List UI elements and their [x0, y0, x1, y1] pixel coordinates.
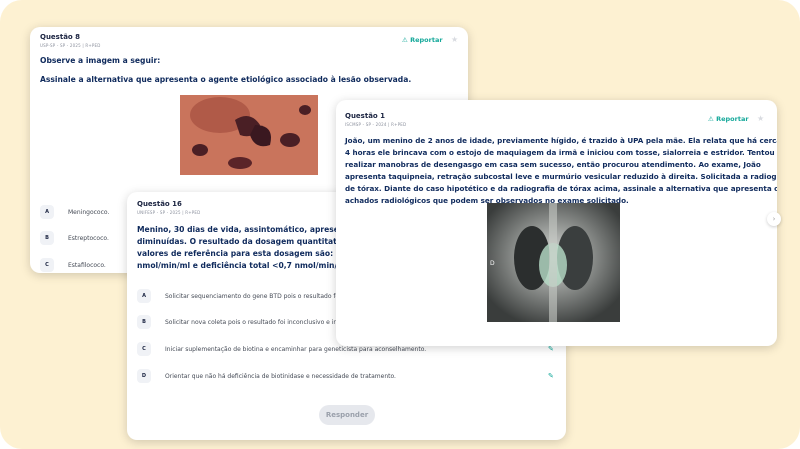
option-a[interactable]: A Solicitar sequenciamento do gene BTD po… [137, 289, 359, 303]
pencil-icon[interactable]: ✎ [548, 345, 554, 353]
question-stem-line: realizar manobras de desengasgo em casa … [345, 160, 761, 169]
question-stem-line: Assinale a alternativa que apresenta o a… [40, 75, 412, 84]
question-stem-line: Menino, 30 dias de vida, assintomático, … [137, 225, 367, 234]
option-text: Estafilococo. [68, 261, 106, 269]
option-a[interactable]: A Meningococo. [40, 205, 109, 219]
question-stem-line: 4 horas ele brincava com o estojo de maq… [345, 148, 775, 157]
question-card-1: Questão 1 ISCMSP - SP - 2024 | R+PED ⚠ R… [336, 100, 777, 346]
option-letter: B [40, 231, 54, 245]
option-text: Solicitar sequenciamento do gene BTD poi… [165, 292, 360, 300]
option-d[interactable]: D Orientar que não há deficiência de biot… [137, 369, 396, 383]
question-stem-line: João, um menino de 2 anos de idade, prev… [345, 136, 777, 145]
xray-marker: D [490, 260, 495, 267]
option-letter: A [137, 289, 151, 303]
option-letter: D [137, 369, 151, 383]
question-stem-line: de tórax. Diante do caso hipotético e da… [345, 184, 777, 193]
report-button[interactable]: ⚠ Reportar [708, 115, 749, 123]
question-stem-line: Observe a imagem a seguir: [40, 56, 161, 65]
option-text: Iniciar suplementação de biotina e encam… [165, 345, 427, 353]
chevron-right-icon[interactable]: › [767, 212, 781, 226]
question-title: Questão 16 [137, 200, 182, 208]
skin-lesion-image [180, 95, 318, 175]
report-button[interactable]: ⚠ Reportar [402, 36, 443, 44]
question-title: Questão 1 [345, 112, 386, 120]
question-source: USP-SP - SP - 2025 | R+PED [40, 43, 101, 48]
option-b[interactable]: B Solicitar nova coleta pois o resultado … [137, 315, 363, 329]
report-label: Reportar [716, 115, 749, 123]
option-text: Orientar que não há deficiência de bioti… [165, 372, 396, 380]
question-source: UNIFESP - SP - 2025 | R+PED [137, 210, 201, 215]
question-stem-line: nmol/min/ml e deficiência total <0,7 nmo… [137, 261, 366, 270]
pencil-icon[interactable]: ✎ [548, 372, 554, 380]
question-stem-line: valores de referência para esta dosagem … [137, 249, 366, 258]
option-letter: C [137, 342, 151, 356]
submit-button[interactable]: Responder [319, 405, 375, 425]
report-label: Reportar [410, 36, 443, 44]
question-title: Questão 8 [40, 33, 81, 41]
option-text: Estreptococo. [68, 234, 109, 242]
option-letter: C [40, 258, 54, 272]
star-icon[interactable]: ★ [451, 35, 458, 44]
star-icon[interactable]: ★ [757, 114, 764, 123]
option-letter: A [40, 205, 54, 219]
question-stem-line: apresenta taquipneia, retração subcostal… [345, 172, 777, 181]
chest-xray-image: D [487, 203, 620, 322]
option-b[interactable]: B Estreptococo. [40, 231, 109, 245]
option-c[interactable]: C Estafilococo. [40, 258, 106, 272]
option-letter: B [137, 315, 151, 329]
option-text: Meningococo. [68, 208, 110, 216]
question-source: ISCMSP - SP - 2024 | R+PED [345, 122, 407, 127]
option-text: Solicitar nova coleta pois o resultado f… [165, 318, 363, 326]
question-stem-line: diminuídas. O resultado da dosagem quant… [137, 237, 363, 246]
